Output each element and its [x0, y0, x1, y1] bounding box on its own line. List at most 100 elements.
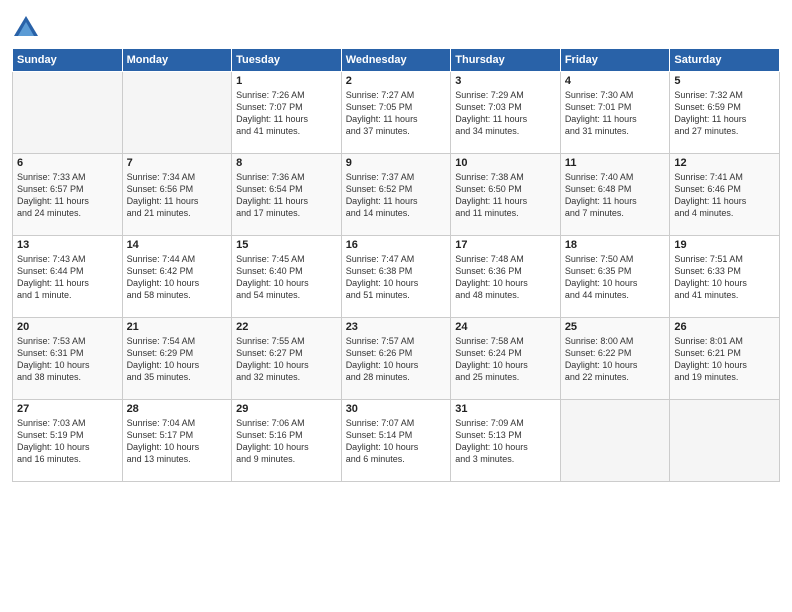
calendar-cell: 15 Sunrise: 7:45 AM Sunset: 6:40 PM Dayli…	[232, 236, 342, 318]
day-number: 29	[236, 403, 337, 415]
day-info: Sunrise: 7:07 AM Sunset: 5:14 PM Dayligh…	[346, 417, 447, 466]
day-number: 30	[346, 403, 447, 415]
calendar-cell: 18 Sunrise: 7:50 AM Sunset: 6:35 PM Dayli…	[560, 236, 670, 318]
day-info: Sunrise: 7:53 AM Sunset: 6:31 PM Dayligh…	[17, 335, 118, 384]
calendar-cell: 3Sunrise: 7:29 AM Sunset: 7:03 PM Daylig…	[451, 72, 561, 154]
calendar-cell: 13 Sunrise: 7:43 AM Sunset: 6:44 PM Dayli…	[13, 236, 123, 318]
logo-icon	[12, 14, 40, 42]
header	[12, 10, 780, 42]
weekday-header: Monday	[122, 49, 232, 72]
day-info: Sunrise: 7:41 AM Sunset: 6:46 PM Dayligh…	[674, 171, 775, 220]
day-number: 5	[674, 75, 775, 87]
day-info: Sunrise: 8:00 AM Sunset: 6:22 PM Dayligh…	[565, 335, 666, 384]
day-info: Sunrise: 7:45 AM Sunset: 6:40 PM Dayligh…	[236, 253, 337, 302]
calendar-cell: 7 Sunrise: 7:34 AM Sunset: 6:56 PM Daylig…	[122, 154, 232, 236]
calendar-cell: 30 Sunrise: 7:07 AM Sunset: 5:14 PM Dayli…	[341, 400, 451, 482]
calendar-cell: 1 Sunrise: 7:26 AM Sunset: 7:07 PM Daylig…	[232, 72, 342, 154]
calendar-cell	[670, 400, 780, 482]
calendar-week-row: 13 Sunrise: 7:43 AM Sunset: 6:44 PM Dayli…	[13, 236, 780, 318]
calendar-cell: 25 Sunrise: 8:00 AM Sunset: 6:22 PM Dayli…	[560, 318, 670, 400]
day-info: Sunrise: 7:58 AM Sunset: 6:24 PM Dayligh…	[455, 335, 556, 384]
day-number: 18	[565, 239, 666, 251]
day-info: Sunrise: 7:26 AM Sunset: 7:07 PM Dayligh…	[236, 89, 337, 138]
calendar-header-row: SundayMondayTuesdayWednesdayThursdayFrid…	[13, 49, 780, 72]
calendar-cell: 14 Sunrise: 7:44 AM Sunset: 6:42 PM Dayli…	[122, 236, 232, 318]
day-info: Sunrise: 7:38 AM Sunset: 6:50 PM Dayligh…	[455, 171, 556, 220]
day-number: 2	[346, 75, 447, 87]
day-info: Sunrise: 7:32 AM Sunset: 6:59 PM Dayligh…	[674, 89, 775, 138]
day-number: 27	[17, 403, 118, 415]
calendar-cell: 8Sunrise: 7:36 AM Sunset: 6:54 PM Daylig…	[232, 154, 342, 236]
day-number: 25	[565, 321, 666, 333]
day-number: 26	[674, 321, 775, 333]
day-number: 10	[455, 157, 556, 169]
page-container: SundayMondayTuesdayWednesdayThursdayFrid…	[0, 0, 792, 490]
day-info: Sunrise: 7:48 AM Sunset: 6:36 PM Dayligh…	[455, 253, 556, 302]
calendar-cell: 6Sunrise: 7:33 AM Sunset: 6:57 PM Daylig…	[13, 154, 123, 236]
calendar-cell	[560, 400, 670, 482]
calendar-cell: 21Sunrise: 7:54 AM Sunset: 6:29 PM Dayli…	[122, 318, 232, 400]
calendar-week-row: 20 Sunrise: 7:53 AM Sunset: 6:31 PM Dayli…	[13, 318, 780, 400]
day-info: Sunrise: 7:27 AM Sunset: 7:05 PM Dayligh…	[346, 89, 447, 138]
day-number: 1	[236, 75, 337, 87]
day-number: 11	[565, 157, 666, 169]
day-number: 9	[346, 157, 447, 169]
day-info: Sunrise: 7:47 AM Sunset: 6:38 PM Dayligh…	[346, 253, 447, 302]
day-number: 20	[17, 321, 118, 333]
calendar-cell: 19Sunrise: 7:51 AM Sunset: 6:33 PM Dayli…	[670, 236, 780, 318]
day-number: 4	[565, 75, 666, 87]
day-info: Sunrise: 7:54 AM Sunset: 6:29 PM Dayligh…	[127, 335, 228, 384]
logo	[12, 14, 44, 42]
day-info: Sunrise: 7:43 AM Sunset: 6:44 PM Dayligh…	[17, 253, 118, 302]
weekday-header: Tuesday	[232, 49, 342, 72]
day-info: Sunrise: 7:34 AM Sunset: 6:56 PM Dayligh…	[127, 171, 228, 220]
calendar-cell: 29 Sunrise: 7:06 AM Sunset: 5:16 PM Dayli…	[232, 400, 342, 482]
calendar-cell: 20 Sunrise: 7:53 AM Sunset: 6:31 PM Dayli…	[13, 318, 123, 400]
calendar-cell: 9 Sunrise: 7:37 AM Sunset: 6:52 PM Daylig…	[341, 154, 451, 236]
calendar-cell: 10 Sunrise: 7:38 AM Sunset: 6:50 PM Dayli…	[451, 154, 561, 236]
day-number: 6	[17, 157, 118, 169]
calendar-cell: 23Sunrise: 7:57 AM Sunset: 6:26 PM Dayli…	[341, 318, 451, 400]
day-info: Sunrise: 7:04 AM Sunset: 5:17 PM Dayligh…	[127, 417, 228, 466]
calendar-cell	[13, 72, 123, 154]
calendar-cell	[122, 72, 232, 154]
weekday-header: Thursday	[451, 49, 561, 72]
day-number: 12	[674, 157, 775, 169]
day-info: Sunrise: 7:03 AM Sunset: 5:19 PM Dayligh…	[17, 417, 118, 466]
calendar-cell: 4Sunrise: 7:30 AM Sunset: 7:01 PM Daylig…	[560, 72, 670, 154]
day-info: Sunrise: 7:29 AM Sunset: 7:03 PM Dayligh…	[455, 89, 556, 138]
day-number: 14	[127, 239, 228, 251]
day-info: Sunrise: 7:51 AM Sunset: 6:33 PM Dayligh…	[674, 253, 775, 302]
day-info: Sunrise: 7:37 AM Sunset: 6:52 PM Dayligh…	[346, 171, 447, 220]
calendar-cell: 28Sunrise: 7:04 AM Sunset: 5:17 PM Dayli…	[122, 400, 232, 482]
calendar-cell: 16 Sunrise: 7:47 AM Sunset: 6:38 PM Dayli…	[341, 236, 451, 318]
calendar-cell: 5 Sunrise: 7:32 AM Sunset: 6:59 PM Daylig…	[670, 72, 780, 154]
weekday-header: Wednesday	[341, 49, 451, 72]
day-info: Sunrise: 7:06 AM Sunset: 5:16 PM Dayligh…	[236, 417, 337, 466]
day-number: 16	[346, 239, 447, 251]
day-number: 17	[455, 239, 556, 251]
calendar-cell: 27 Sunrise: 7:03 AM Sunset: 5:19 PM Dayli…	[13, 400, 123, 482]
calendar-cell: 22Sunrise: 7:55 AM Sunset: 6:27 PM Dayli…	[232, 318, 342, 400]
day-number: 24	[455, 321, 556, 333]
day-info: Sunrise: 7:50 AM Sunset: 6:35 PM Dayligh…	[565, 253, 666, 302]
day-number: 7	[127, 157, 228, 169]
calendar-cell: 2 Sunrise: 7:27 AM Sunset: 7:05 PM Daylig…	[341, 72, 451, 154]
calendar-table: SundayMondayTuesdayWednesdayThursdayFrid…	[12, 48, 780, 482]
calendar-cell: 17 Sunrise: 7:48 AM Sunset: 6:36 PM Dayli…	[451, 236, 561, 318]
calendar-cell: 26 Sunrise: 8:01 AM Sunset: 6:21 PM Dayli…	[670, 318, 780, 400]
day-info: Sunrise: 8:01 AM Sunset: 6:21 PM Dayligh…	[674, 335, 775, 384]
calendar-week-row: 27 Sunrise: 7:03 AM Sunset: 5:19 PM Dayli…	[13, 400, 780, 482]
calendar-cell: 31 Sunrise: 7:09 AM Sunset: 5:13 PM Dayli…	[451, 400, 561, 482]
calendar-cell: 12 Sunrise: 7:41 AM Sunset: 6:46 PM Dayli…	[670, 154, 780, 236]
weekday-header: Sunday	[13, 49, 123, 72]
weekday-header: Friday	[560, 49, 670, 72]
day-number: 31	[455, 403, 556, 415]
day-number: 8	[236, 157, 337, 169]
day-number: 15	[236, 239, 337, 251]
weekday-header: Saturday	[670, 49, 780, 72]
day-number: 13	[17, 239, 118, 251]
day-info: Sunrise: 7:44 AM Sunset: 6:42 PM Dayligh…	[127, 253, 228, 302]
day-info: Sunrise: 7:09 AM Sunset: 5:13 PM Dayligh…	[455, 417, 556, 466]
day-info: Sunrise: 7:57 AM Sunset: 6:26 PM Dayligh…	[346, 335, 447, 384]
